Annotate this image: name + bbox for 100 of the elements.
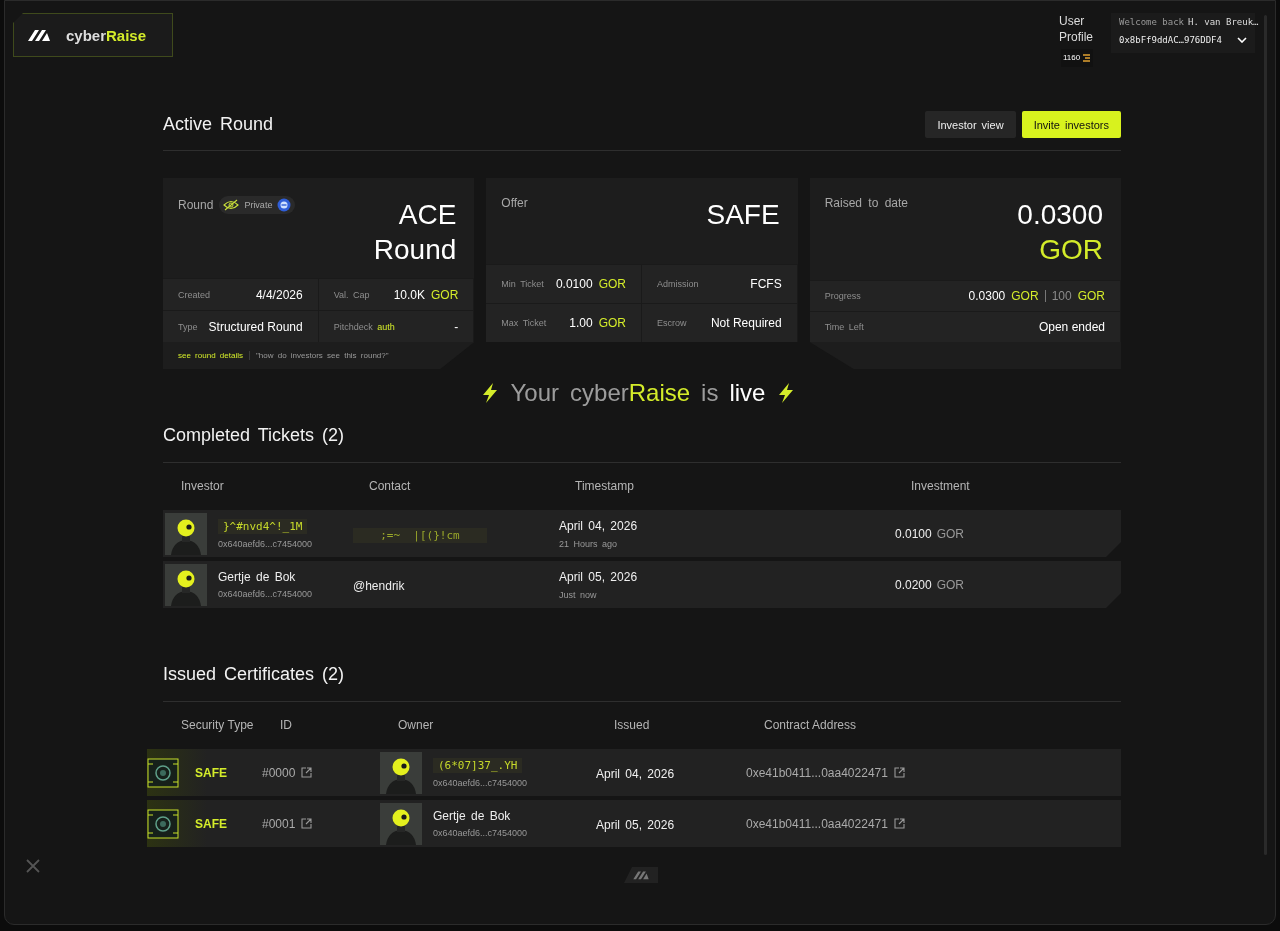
relative-time: Just now [559,589,598,600]
unit-text: GOR [1077,289,1105,303]
masked-name: (6*07]37_.YH [433,757,523,773]
unit-text: GOR [1011,289,1039,303]
logo-card[interactable]: cyberRaise [13,13,173,57]
unit-text: GOR [1038,233,1103,267]
unit-text: GOR [598,316,626,330]
banner-text: is [701,379,719,407]
certificate-icon [147,808,179,839]
security-type: SAFE [195,765,227,780]
welcome-text: Welcome back [1119,17,1185,27]
section-title: Active Round [163,114,274,135]
external-link-icon [301,818,313,829]
contract-address-link[interactable]: 0xe41b0411...0aa4022471 [746,816,888,831]
brand-name: cyberRaise [66,26,147,44]
contact-handle: @hendrik [353,578,405,593]
certificate-icon [147,757,179,788]
value-text: Structured Round [208,319,303,334]
field-label: Pitchdeck auth [333,321,395,332]
column-header: Investor [181,479,225,493]
masked-contact: ;=~ |[(}!cm [353,527,487,543]
banner-text: Your [510,379,560,407]
field-label: Created [178,289,211,300]
field-label: Admission [657,279,699,289]
value-text: SAFE [706,198,780,232]
brand-name: cyberRaise [570,379,691,407]
date-text: April 05, 2026 [596,817,675,832]
points-text: 1160 [1063,52,1081,64]
masked-name: }^#nvd4^!_1M [218,518,308,534]
investor-name: Gertje de Bok [218,570,297,584]
column-header: Owner [398,718,435,732]
field-label: Min Ticket [501,279,544,289]
badge-label: Private [244,200,273,210]
column-header: Contract Address [764,718,858,732]
amount-text: 0.0200 [895,577,932,592]
value-text: 0.0300 [968,289,1006,303]
profile-image[interactable]: User Profile 1160 [1059,13,1107,67]
contract-address-link[interactable]: 0xe41b0411...0aa4022471 [746,765,888,780]
x-icon [26,859,40,873]
currency-text: GOR [936,526,965,541]
section-title: Issued Certificates (2) [163,664,1121,702]
field-label: Time Left [824,322,864,332]
value-text: FCFS [750,277,782,291]
external-link-icon [893,818,905,829]
column-header: Contact [369,479,412,493]
view-button[interactable]: Investor view [925,111,1016,138]
chevron-down-icon [1237,37,1247,43]
column-header: Timestamp [575,479,635,493]
details-link[interactable]: see round details [178,351,250,360]
certificate-id-link[interactable]: #0000 [262,765,296,780]
image-alt-text: User Profile [1059,13,1094,45]
security-type: SAFE [195,816,227,831]
card-label: Offer [501,196,528,210]
certificate-id-link[interactable]: #0001 [262,816,296,831]
avatar-icon [380,751,422,794]
external-link-icon [301,767,313,778]
wallet-address: 0x640aefd6...c7454000 [433,777,528,788]
value-text: ACE Round [372,198,457,267]
field-label: Escrow [657,318,687,328]
toggle-icon [277,198,292,212]
wallet-address: 0x8bFf9ddAC…976DDF4 [1119,35,1222,45]
amount-text: 0.0100 [895,526,932,541]
stack-icon [1082,54,1092,62]
help-link[interactable]: "how do investors see this round?" [255,351,389,360]
value-text: 0.0300 [1017,198,1103,232]
field-label: Val. Cap [333,289,370,300]
column-header: ID [280,718,293,732]
value-text: 10.0K [393,287,425,302]
invite-button[interactable]: Invite investors [1021,111,1121,138]
card-label: Round [178,198,214,212]
column-header: Investment [911,479,971,493]
status-text: live [729,379,766,407]
investor-name: Gertje de Bok [433,809,512,823]
target-text: 100 [1051,289,1072,303]
external-link-icon [893,767,905,778]
wallet-address: 0x640aefd6...c7454000 [433,828,528,838]
unit-text: GOR [598,277,626,291]
value-text: Open ended [1038,320,1105,334]
field-label: Progress [824,291,861,301]
avatar-icon [380,802,422,845]
field-label: Type [178,321,198,332]
field-label: Max Ticket [501,318,547,328]
value-text: 4/4/2026 [255,287,303,302]
date-text: April 04, 2026 [596,766,675,781]
footer-logo-tab[interactable] [624,867,658,883]
unit-text: GOR [431,287,459,302]
value-text: 0.0100 [555,277,593,291]
eye-off-icon [223,199,240,211]
section-title: Completed Tickets (2) [163,425,1121,463]
card-label: Raised to date [824,196,909,210]
date-text: April 05, 2026 [559,569,639,584]
wallet-address: 0x640aefd6...c7454000 [218,538,313,549]
currency-text: GOR [936,577,965,592]
relative-time: 21 Hours ago [559,538,619,549]
column-header: Issued [614,718,651,732]
value-text: Not Required [710,316,782,330]
column-header: Security Type [181,718,255,732]
value-text: 1.00 [569,316,593,330]
date-text: April 04, 2026 [559,518,639,533]
wallet-address: 0x640aefd6...c7454000 [218,589,313,599]
